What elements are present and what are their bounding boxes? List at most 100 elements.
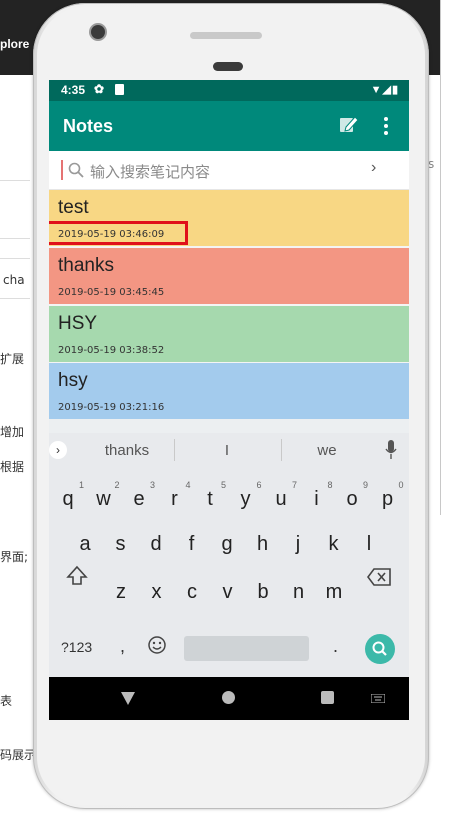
key-hint: 2 (114, 480, 120, 490)
note-item[interactable]: hsy 2019-05-19 03:21:16 (49, 363, 409, 419)
status-bar: 4:35 ✿ ▼◢▮ (49, 80, 409, 101)
back-icon[interactable] (121, 692, 135, 705)
key-o[interactable]: o9 (336, 480, 368, 511)
key-k[interactable]: k (318, 533, 350, 556)
text-cursor (61, 160, 63, 180)
app-title: Notes (63, 116, 114, 136)
background-divider (0, 298, 30, 299)
more-vert-icon[interactable] (381, 115, 391, 137)
key-i[interactable]: i8 (301, 480, 332, 511)
front-camera (91, 25, 105, 39)
emoji-icon[interactable] (147, 635, 167, 655)
key-g[interactable]: g (211, 533, 243, 556)
key-z[interactable]: z (105, 581, 137, 604)
key-hint: 1 (78, 480, 84, 490)
background-text: 扩展 (0, 352, 25, 366)
background-divider (0, 238, 30, 239)
note-item[interactable]: HSY 2019-05-19 03:38:52 (49, 306, 409, 362)
key-u[interactable]: u7 (265, 480, 297, 511)
note-date: 2019-05-19 03:21:16 (58, 402, 165, 413)
status-time: 4:35 (61, 83, 86, 97)
key-w[interactable]: w2 (88, 480, 119, 511)
search-icon (68, 162, 84, 178)
search-icon (372, 641, 387, 656)
search-input[interactable]: 输入搜索笔记内容 (90, 161, 210, 182)
key-p[interactable]: p0 (372, 480, 404, 511)
suggestion-item[interactable]: I (187, 442, 267, 459)
background-text: 根据 (0, 460, 25, 474)
key-hint: 7 (291, 480, 297, 490)
note-title: HSY (58, 313, 98, 334)
suggestion-item[interactable]: thanks (87, 442, 167, 459)
key-j[interactable]: j (282, 533, 314, 556)
background-divider (0, 180, 30, 181)
search-action-key[interactable] (365, 634, 395, 664)
shift-key-icon[interactable] (66, 565, 88, 587)
status-icons: ▼◢▮ (371, 83, 399, 96)
phone-screen: 4:35 ✿ ▼◢▮ Notes 输入搜索笔记内容 › test 2019-05… (49, 80, 409, 720)
suggestion-strip: › thanks I we (49, 433, 409, 468)
background-text: 界面; (0, 550, 29, 564)
edit-note-icon[interactable] (339, 115, 359, 133)
navigation-bar (49, 677, 409, 720)
backspace-key-icon[interactable] (367, 568, 391, 586)
key-hint: 4 (185, 480, 191, 490)
key-hint: 0 (398, 480, 404, 490)
key-h[interactable]: h (247, 533, 279, 556)
sd-card-icon (115, 84, 124, 95)
space-key[interactable] (184, 636, 309, 661)
gear-icon: ✿ (94, 82, 105, 96)
key-f[interactable]: f (176, 533, 208, 556)
note-item[interactable]: test 2019-05-19 03:46:09 (49, 190, 409, 246)
period-key[interactable]: . (333, 636, 338, 657)
key-t[interactable]: t5 (194, 480, 226, 511)
earpiece (190, 32, 262, 39)
key-hint: 3 (149, 480, 155, 490)
key-v[interactable]: v (212, 581, 244, 604)
list-bottom-strip (49, 419, 409, 433)
key-r[interactable]: r4 (159, 480, 190, 511)
soft-keyboard: › thanks I we q1w2e3r4t5y6u7i8o9p0 asdfg… (49, 433, 409, 677)
key-hint: 6 (256, 480, 262, 490)
note-title: test (58, 197, 89, 218)
note-item[interactable]: thanks 2019-05-19 03:45:45 (49, 248, 409, 304)
key-y[interactable]: y6 (230, 480, 262, 511)
note-date: 2019-05-19 03:45:45 (58, 287, 165, 298)
symbols-key[interactable]: ?123 (61, 639, 92, 655)
proximity-sensor (213, 62, 243, 71)
background-text: cha (3, 273, 25, 287)
chevron-right-icon[interactable]: › (371, 159, 376, 177)
note-title: thanks (58, 255, 114, 276)
suggestion-divider (281, 439, 282, 461)
chevron-right-icon[interactable]: › (49, 441, 67, 459)
note-title: hsy (58, 370, 88, 391)
key-hint: 5 (220, 480, 226, 490)
background-text: 表 (0, 694, 13, 708)
background-title-text: plore (0, 37, 30, 51)
key-b[interactable]: b (247, 581, 279, 604)
key-hint: 9 (362, 480, 368, 490)
key-l[interactable]: l (353, 533, 385, 556)
key-n[interactable]: n (283, 581, 315, 604)
key-x[interactable]: x (141, 581, 173, 604)
key-c[interactable]: c (176, 581, 208, 604)
signal-icon: ◢ (382, 84, 392, 96)
recent-apps-icon[interactable] (321, 691, 334, 704)
key-q[interactable]: q1 (52, 480, 84, 511)
wifi-icon: ▼ (370, 84, 383, 96)
comma-key[interactable]: , (120, 636, 125, 657)
home-icon[interactable] (222, 691, 235, 704)
microphone-icon[interactable] (385, 440, 397, 460)
keyboard-icon[interactable] (371, 694, 385, 703)
highlight-box (49, 221, 188, 245)
search-bar[interactable]: 输入搜索笔记内容 › (49, 151, 409, 190)
key-s[interactable]: s (105, 533, 137, 556)
background-text: 码展示 (0, 748, 37, 762)
key-a[interactable]: a (69, 533, 101, 556)
suggestion-item[interactable]: we (287, 442, 367, 459)
key-d[interactable]: d (140, 533, 172, 556)
battery-icon: ▮ (391, 84, 399, 96)
key-e[interactable]: e3 (123, 480, 155, 511)
key-m[interactable]: m (318, 581, 350, 604)
app-bar: Notes (49, 101, 409, 151)
